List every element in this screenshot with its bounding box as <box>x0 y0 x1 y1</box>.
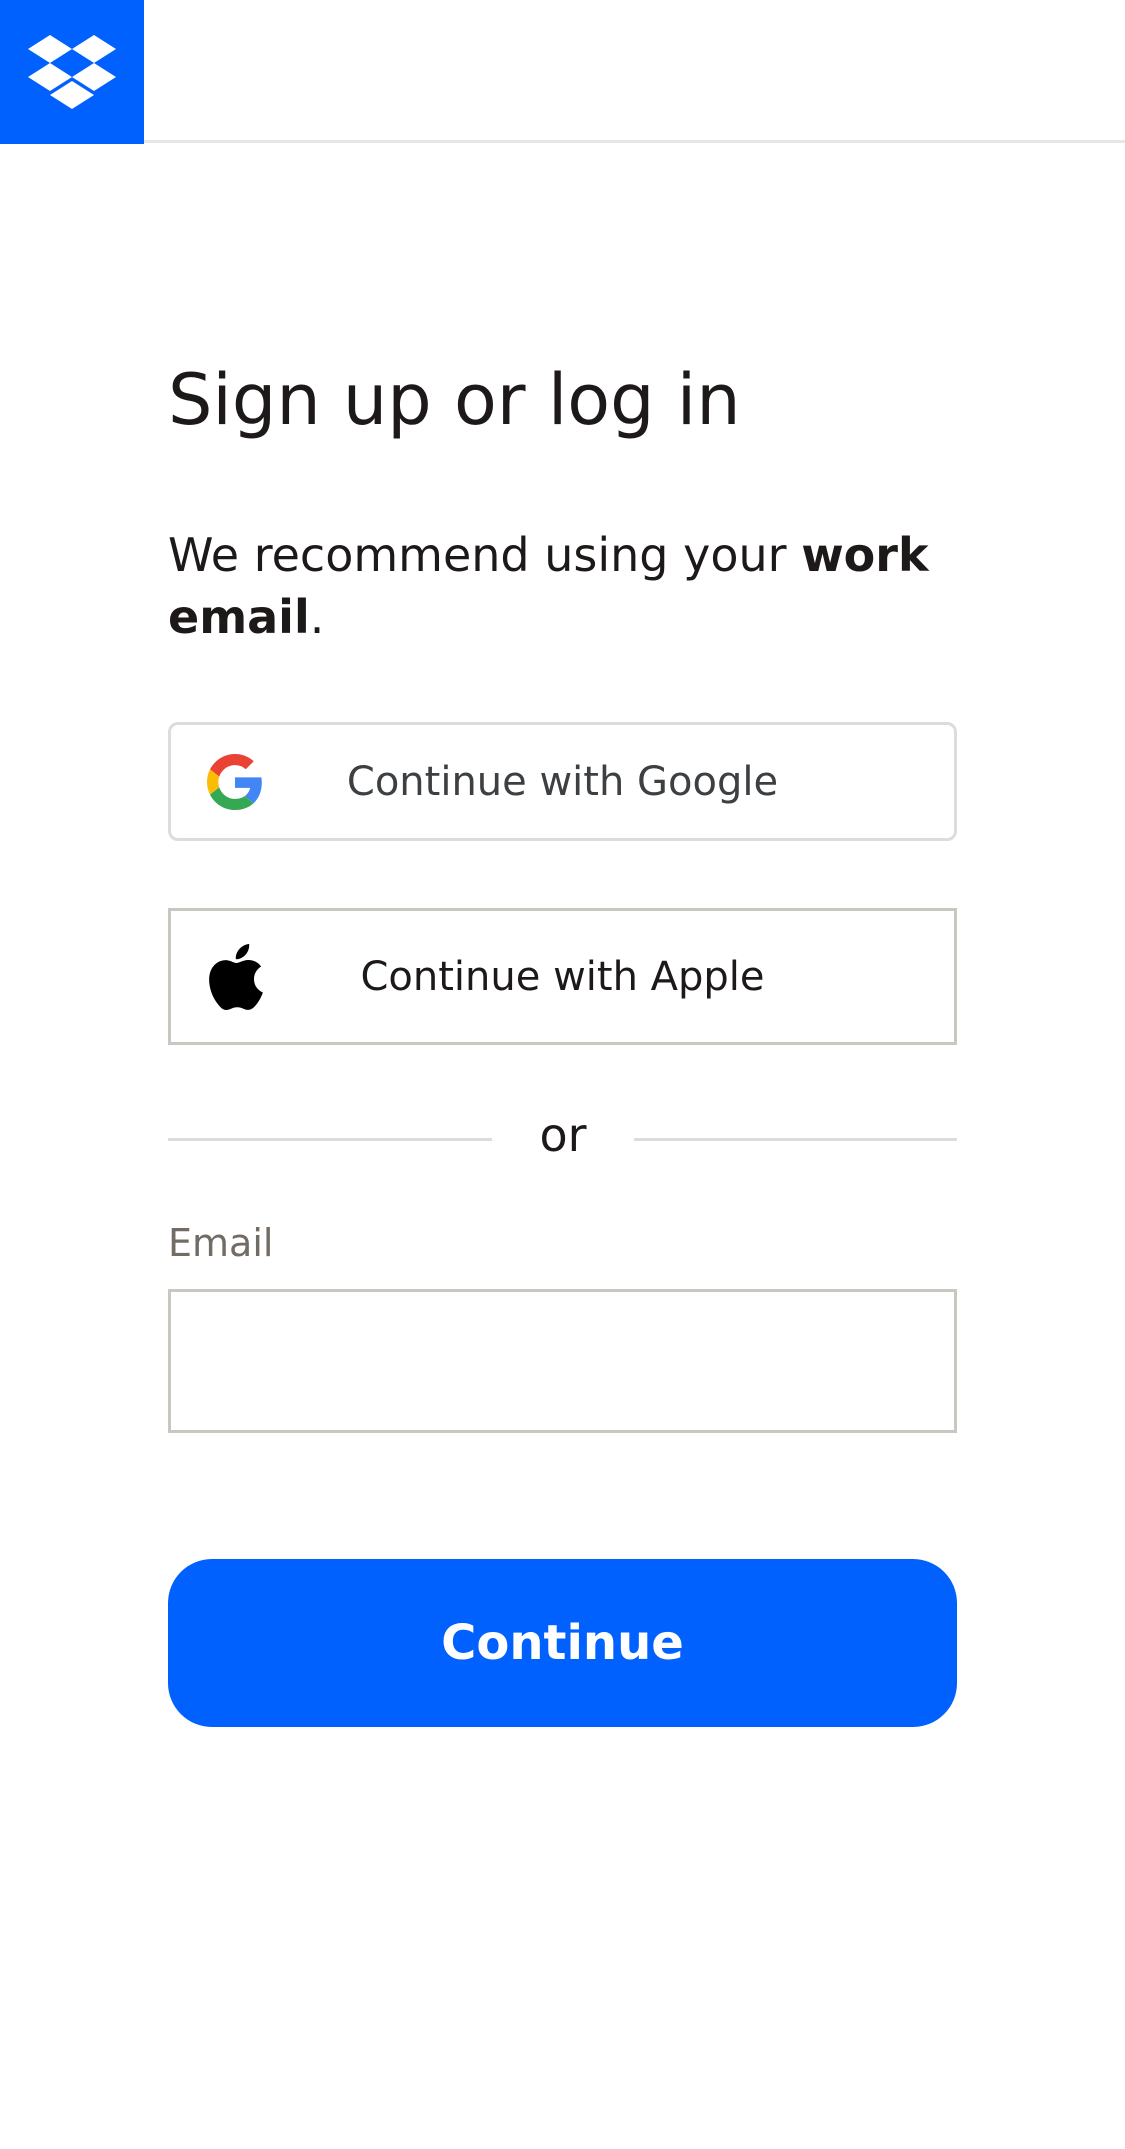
page-subtitle: We recommend using your work email. <box>168 524 968 648</box>
dropbox-logo-icon-svg <box>28 35 116 109</box>
divider-line-right <box>634 1138 957 1141</box>
divider-or-text: or <box>539 1108 587 1162</box>
dropbox-logo-icon[interactable] <box>0 0 144 144</box>
subtitle-suffix: . <box>309 590 325 644</box>
top-header <box>0 0 1125 144</box>
divider-line-left <box>168 1138 492 1141</box>
email-label: Email <box>168 1221 274 1265</box>
apple-button-label: Continue with Apple <box>360 953 765 1000</box>
google-icon <box>207 753 263 810</box>
subtitle-prefix: We recommend using your <box>168 528 802 582</box>
continue-with-apple-button[interactable]: Continue with Apple <box>168 908 957 1045</box>
continue-with-google-button[interactable]: Continue with Google <box>168 722 957 841</box>
email-input[interactable] <box>168 1289 957 1433</box>
page-title: Sign up or log in <box>168 359 741 441</box>
continue-button[interactable]: Continue <box>168 1559 957 1727</box>
apple-icon <box>207 943 265 1010</box>
google-button-label: Continue with Google <box>346 758 779 805</box>
